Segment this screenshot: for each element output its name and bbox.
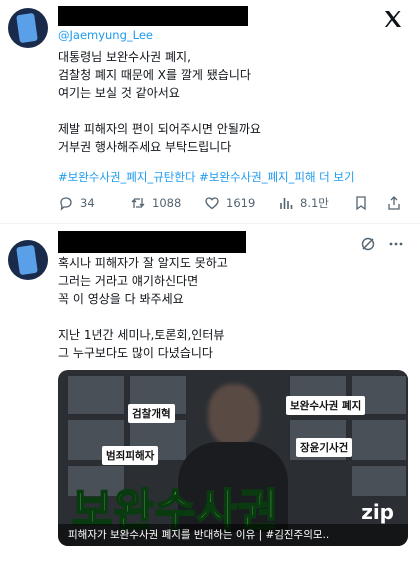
video-caption: 피해자가 보완수사권 폐지를 반대하는 이유 | #김진주의모.. [58,524,408,546]
redacted-display-name [58,6,248,26]
label-crime-victim: 범죄피해자 [102,446,159,465]
tweet-line: 제발 피해자의 편이 되어주시면 안될까요 [58,122,261,136]
heart-icon [205,197,219,210]
wall-tile [66,374,126,416]
hashtags[interactable]: #보완수사권_폐지_규탄한다 #보완수사권_폐지_피해 더 보기 [58,169,413,185]
avatar-phone-image [16,12,38,44]
like-count: 1619 [226,196,256,210]
reply-count: 34 [80,196,95,210]
more-icon[interactable] [388,236,404,252]
views-icon [280,198,293,209]
tweet-line: 여기는 보실 것 같아서요 [58,86,180,100]
blurred-face [208,384,260,446]
views-count: 8.1만 [300,196,329,210]
views-button[interactable]: 8.1만 [278,195,329,211]
tweet-line: 그러는 거라고 얘기하신다면 [58,274,199,288]
label-long-term-case: 장윤기사건 [296,438,353,457]
channel-logo [74,384,76,393]
like-button[interactable]: 1619 [204,195,255,211]
tweet-body: 혹시나 피해자가 잘 알지도 못하고 그러는 거라고 얘기하신다면 꼭 이 영상… [58,254,408,362]
tweet-line: 대통령님 보완수사권 폐지, [58,50,191,64]
avatar[interactable] [8,240,48,280]
bookmark-icon[interactable] [353,195,369,211]
avatar[interactable] [8,8,48,48]
wall-tile [350,418,408,462]
avatar-phone-image [16,244,38,276]
label-supplementary-abolition: 보완수사권 폐지 [286,396,366,415]
tweet-line: 혹시나 피해자가 잘 알지도 못하고 [58,256,228,270]
tweet-divider [0,223,420,224]
tweet-line [58,308,408,326]
label-prosecution-reform: 검찰개혁 [128,404,175,423]
x-logo-icon[interactable] [383,9,403,29]
watermark: zip [361,500,394,524]
retweet-button[interactable]: 1088 [130,195,181,211]
share-icon[interactable] [386,195,402,211]
video-thumbnail[interactable]: 검찰개혁 보완수사권 폐지 장윤기사건 범죄피해자 보완수사권 zip 피해자가… [58,370,408,546]
tweet-line: 거부권 행사해주세요 부탁드립니다 [58,140,232,154]
retweet-icon [131,198,145,208]
wall-tile [350,464,408,498]
reply-button[interactable]: 34 [58,195,95,211]
tweet-line: 지난 1년간 세미나,토론회,인터뷰 [58,328,225,342]
tweet-line: 그 누구보다도 많이 다녔습니다 [58,346,213,360]
retweet-count: 1088 [152,196,182,210]
tweet-line: 꼭 이 영상을 다 봐주세요 [58,292,184,306]
grok-icon[interactable] [360,236,376,252]
tweet-body: 대통령님 보완수사권 폐지, 검찰청 폐지 때문에 X를 깔게 됐습니다 여기는… [58,48,408,156]
tweet-line [58,102,408,120]
reply-icon [60,197,72,211]
tweet-line: 검찰청 폐지 때문에 X를 깔게 됐습니다 [58,68,251,82]
user-handle[interactable]: @Jaemyung_Lee [58,28,153,42]
redacted-display-name [58,231,246,253]
